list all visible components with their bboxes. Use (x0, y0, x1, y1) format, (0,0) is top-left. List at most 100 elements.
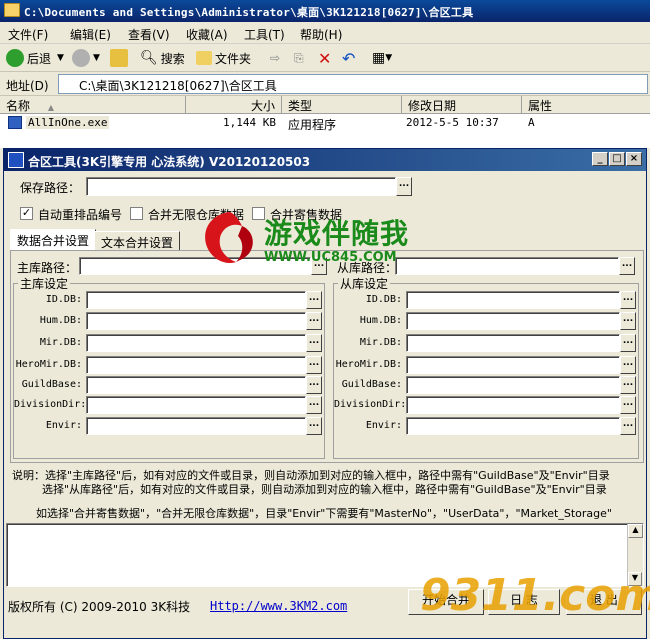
menu-help[interactable]: 帮助(H) (300, 26, 342, 43)
sub-divisiondir-browse-button[interactable]: ... (620, 396, 636, 414)
website-link[interactable]: Http://www.3KM2.com (210, 599, 347, 613)
sub-id-db-input[interactable] (406, 291, 620, 309)
folder-up-icon (110, 49, 128, 67)
sub-mir-db-input[interactable] (406, 334, 620, 352)
search-button[interactable]: 🔍︎ 搜索 (140, 48, 185, 68)
sub-heromir-db-input[interactable] (406, 356, 620, 374)
address-input[interactable]: C:\桌面\3K121218[0627]\合区工具 (58, 74, 648, 94)
file-list: AllInOne.exe 1,144 KB 应用程序 2012-5-5 10:3… (0, 114, 650, 148)
explorer-title-bar: C:\Documents and Settings\Administrator\… (0, 0, 650, 22)
main-id-db-input[interactable] (86, 291, 306, 309)
main-hum-db-input[interactable] (86, 312, 306, 330)
undo-button[interactable]: ↶ (342, 48, 355, 68)
file-type: 应用程序 (288, 118, 337, 132)
main-guildbase-browse-button[interactable]: ... (306, 376, 322, 394)
up-button[interactable] (110, 48, 131, 68)
chevron-down-icon: ▼ (57, 53, 64, 63)
checkbox-renumber-items[interactable]: ✓ (20, 207, 33, 220)
watermark-corner: 9311.com (420, 570, 650, 634)
menu-tools[interactable]: 工具(T) (244, 26, 285, 43)
scroll-up-icon[interactable]: ▲ (628, 524, 643, 538)
undo-icon: ↶ (342, 48, 356, 68)
main-divisiondir-browse-button[interactable]: ... (306, 396, 322, 414)
main-divisiondir-input[interactable] (86, 396, 306, 414)
app-icon (8, 152, 24, 168)
column-attributes[interactable]: 属性 (522, 96, 650, 114)
sub-id-db-browse-button[interactable]: ... (620, 291, 636, 309)
note-consignment: 如选择"合并寄售数据"，"合并无限仓库数据"，目录"Envir"下需要有"Mas… (36, 507, 612, 520)
address-label: 地址(D) (6, 79, 49, 93)
main-path-label: 主库路径： (17, 261, 78, 275)
close-button[interactable]: × (626, 152, 642, 166)
main-hum-db-browse-button[interactable]: ... (306, 312, 322, 330)
table-row[interactable]: AllInOne.exe 1,144 KB 应用程序 2012-5-5 10:3… (0, 114, 650, 132)
menu-favorites[interactable]: 收藏(A) (186, 26, 228, 43)
sub-mir-db-browse-button[interactable]: ... (620, 334, 636, 352)
move-to-button[interactable]: ⇨ (270, 48, 280, 68)
back-button[interactable]: 后退 ▼ (6, 48, 64, 68)
maximize-button[interactable]: □ (609, 152, 625, 166)
column-size[interactable]: 大小 (186, 96, 282, 114)
sub-heromir-db-browse-button[interactable]: ... (620, 356, 636, 374)
dragon-logo-icon (205, 212, 253, 264)
copy-to-button[interactable]: ⎘ (294, 48, 304, 68)
save-path-label: 保存路径： (20, 181, 81, 195)
main-field-label: Envir: (45, 420, 82, 431)
chevron-down-icon: ▼ (93, 53, 100, 63)
column-modified[interactable]: 修改日期 (402, 96, 522, 114)
sub-envir-browse-button[interactable]: ... (620, 417, 636, 435)
checkbox-renumber-label: 自动重排品编号 (38, 208, 123, 222)
app-title: 合区工具(3K引擎专用 心法系统) V20120120503 (28, 155, 311, 169)
search-icon: 🔍︎ (140, 50, 158, 66)
sub-path-browse-button[interactable]: ... (619, 257, 635, 275)
main-heromir-db-browse-button[interactable]: ... (306, 356, 322, 374)
tab-data-merge[interactable]: 数据合并设置 (10, 229, 97, 251)
main-field-label: HeroMir.DB: (15, 359, 82, 370)
delete-button[interactable]: ✕ (318, 48, 331, 68)
menu-edit[interactable]: 编辑(E) (70, 26, 111, 43)
address-bar: 地址(D) C:\桌面\3K121218[0627]\合区工具 (0, 72, 650, 96)
sub-hum-db-input[interactable] (406, 312, 620, 330)
app-title-bar: 合区工具(3K引擎专用 心法系统) V20120120503 _ □ × (4, 149, 646, 171)
save-path-input[interactable] (86, 177, 396, 196)
menu-view[interactable]: 查看(V) (128, 26, 170, 43)
sub-divisiondir-input[interactable] (406, 396, 620, 414)
folder-icon (196, 51, 212, 65)
main-envir-browse-button[interactable]: ... (306, 417, 322, 435)
sub-field-label: DivisionDir: (334, 399, 407, 410)
sub-envir-input[interactable] (406, 417, 620, 435)
sub-guildbase-browse-button[interactable]: ... (620, 376, 636, 394)
main-guildbase-input[interactable] (86, 376, 306, 394)
sub-guildbase-input[interactable] (406, 376, 620, 394)
file-attr: A (528, 116, 535, 129)
sub-field-label: HeroMir.DB: (335, 359, 402, 370)
main-mir-db-browse-button[interactable]: ... (306, 334, 322, 352)
file-name: AllInOne.exe (26, 116, 110, 129)
checkbox-merge-storage[interactable] (130, 207, 143, 220)
explorer-title: C:\Documents and Settings\Administrator\… (24, 6, 474, 19)
forward-button[interactable]: ▼ (72, 48, 100, 68)
main-field-label: Hum.DB: (39, 315, 82, 326)
main-heromir-db-input[interactable] (86, 356, 306, 374)
copyright-text: 版权所有 (C) 2009-2010 3K科技 (8, 600, 191, 614)
main-group-title: 主库设定 (18, 275, 71, 292)
sub-hum-db-browse-button[interactable]: ... (620, 312, 636, 330)
column-name[interactable]: 名称 ▲ (0, 96, 186, 114)
folder-icon (4, 3, 20, 17)
delete-x-icon: ✕ (318, 48, 332, 68)
main-envir-input[interactable] (86, 417, 306, 435)
menu-file[interactable]: 文件(F) (8, 26, 48, 43)
main-settings-group: 主库设定 ID.DB: ... Hum.DB: ... Mir.DB: ... … (13, 275, 325, 459)
main-mir-db-input[interactable] (86, 334, 306, 352)
views-button[interactable]: ▦ ▼ (372, 48, 392, 68)
minimize-button[interactable]: _ (592, 152, 608, 166)
column-type[interactable]: 类型 (282, 96, 402, 114)
save-path-browse-button[interactable]: ... (396, 177, 412, 196)
copy-icon: ⎘ (294, 50, 304, 65)
tab-text-merge[interactable]: 文本合并设置 (94, 231, 181, 251)
main-field-label: DivisionDir: (14, 399, 87, 410)
main-id-db-browse-button[interactable]: ... (306, 291, 322, 309)
watermark-corner-text: 9311.com (420, 570, 650, 621)
forward-arrow-icon (72, 49, 90, 67)
folders-button[interactable]: 文件夹 (196, 48, 251, 68)
